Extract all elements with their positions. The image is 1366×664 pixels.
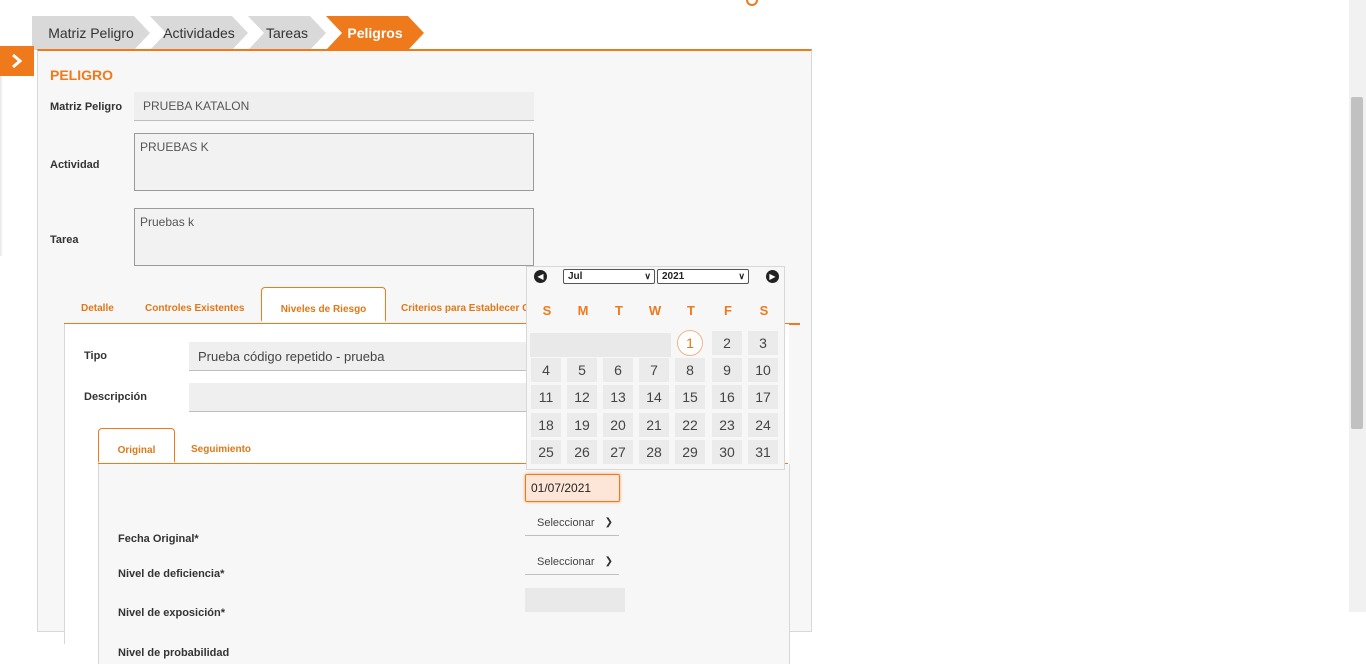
calendar-day[interactable]: 3: [748, 331, 778, 355]
month-value: Jul: [568, 271, 583, 282]
sidebar-edge: [0, 76, 3, 256]
actividad-label: Actividad: [50, 159, 100, 171]
breadcrumb-peligros[interactable]: Peligros: [326, 16, 424, 50]
tab-criterios[interactable]: Criterios para Establecer C: [401, 303, 529, 314]
fecha-original-label: Fecha Original*: [118, 533, 199, 545]
breadcrumb-actividades[interactable]: Actividades: [150, 16, 248, 50]
tarea-label: Tarea: [50, 234, 79, 246]
calendar-day[interactable]: 28: [639, 440, 669, 464]
original-content: Fecha Original* Nivel de deficiencia* Ni…: [98, 464, 790, 664]
weekday-header: M: [577, 303, 589, 318]
calendar-day[interactable]: 2: [712, 331, 742, 355]
calendar-day[interactable]: 8: [675, 358, 705, 382]
tab-original[interactable]: Original: [98, 428, 175, 463]
exposicion-label: Nivel de exposición*: [118, 607, 225, 619]
tab-seguimiento[interactable]: Seguimiento: [191, 444, 251, 455]
prev-month-icon[interactable]: ◀: [534, 270, 547, 283]
panel-title: PELIGRO: [50, 67, 114, 83]
weekday-header: S: [542, 303, 552, 318]
scrollbar-thumb[interactable]: [1351, 97, 1363, 429]
calendar-day[interactable]: 6: [603, 358, 633, 382]
calendar-day[interactable]: 26: [567, 440, 597, 464]
chevron-down-icon: ❯: [604, 517, 613, 528]
calendar-day[interactable]: 25: [531, 440, 561, 464]
calendar-day[interactable]: 23: [712, 413, 742, 437]
tab-controles-existentes[interactable]: Controles Existentes: [145, 303, 244, 314]
calendar-day[interactable]: 7: [639, 358, 669, 382]
year-value: 2021: [662, 271, 685, 282]
deficiencia-selected: Seleccionar: [537, 517, 595, 529]
calendar-day[interactable]: 13: [603, 385, 633, 409]
month-select[interactable]: Jul ∨: [563, 269, 655, 284]
calendar-day[interactable]: 31: [748, 440, 778, 464]
calendar-day[interactable]: 27: [603, 440, 633, 464]
calendar-day[interactable]: 21: [639, 413, 669, 437]
orange-mark: [744, 0, 762, 6]
tipo-field[interactable]: Prueba código repetido - prueba: [189, 342, 534, 371]
weekday-header: W: [648, 303, 662, 318]
calendar-day[interactable]: 18: [531, 413, 561, 437]
probabilidad-label: Nivel de probabilidad: [118, 647, 230, 659]
breadcrumb-label: Matriz Peligro: [48, 25, 134, 41]
year-select[interactable]: 2021 ∨: [657, 269, 749, 284]
weekday-header: T: [615, 303, 623, 318]
breadcrumb-label: Tareas: [265, 25, 309, 41]
calendar-day[interactable]: 9: [712, 358, 742, 382]
calendar-day[interactable]: 11: [531, 385, 561, 409]
calendar-blank-cells: [530, 333, 671, 357]
exposicion-selected: Seleccionar: [537, 556, 595, 568]
calendar-day[interactable]: 30: [712, 440, 742, 464]
calendar-day[interactable]: 5: [567, 358, 597, 382]
calendar-day[interactable]: 20: [603, 413, 633, 437]
tipo-label: Tipo: [84, 350, 108, 362]
breadcrumb-label: Peligros: [347, 25, 403, 41]
breadcrumb-label: Actividades: [163, 25, 235, 41]
next-month-icon[interactable]: ▶: [766, 270, 779, 283]
deficiencia-label: Nivel de deficiencia*: [118, 568, 225, 580]
calendar-day[interactable]: 10: [748, 358, 778, 382]
exposicion-select[interactable]: Seleccionar ❯: [525, 549, 619, 575]
page-scrollbar[interactable]: [1349, 0, 1366, 612]
calendar-day[interactable]: 24: [748, 413, 778, 437]
chevron-down-icon: ∨: [738, 271, 745, 281]
calendar-day[interactable]: 19: [567, 413, 597, 437]
weekday-header: F: [724, 303, 732, 318]
weekday-header: S: [759, 303, 769, 318]
chevron-down-icon: ❯: [604, 556, 613, 567]
tab-niveles-de-riesgo[interactable]: Niveles de Riesgo: [261, 287, 386, 322]
calendar-day[interactable]: 12: [567, 385, 597, 409]
calendar-day[interactable]: 17: [748, 385, 778, 409]
breadcrumb-tareas[interactable]: Tareas: [248, 16, 326, 50]
calendar-day[interactable]: 22: [675, 413, 705, 437]
calendar-day[interactable]: 15: [675, 385, 705, 409]
tab-detalle[interactable]: Detalle: [81, 303, 114, 314]
probabilidad-field: [525, 588, 625, 612]
datepicker: ◀ Jul ∨ 2021 ∨ ▶ SMTWTFS 1 2 3 4 5 6 7 8 9 10 11 12…: [526, 266, 785, 470]
sidebar-toggle-button[interactable]: [0, 46, 34, 76]
calendar-day[interactable]: 14: [639, 385, 669, 409]
calendar-day[interactable]: 16: [712, 385, 742, 409]
weekday-header: T: [687, 303, 695, 318]
chevron-down-icon: ∨: [644, 271, 651, 281]
calendar-day[interactable]: 29: [675, 440, 705, 464]
calendar-day[interactable]: 1: [677, 330, 703, 356]
fecha-original-input[interactable]: 01/07/2021: [525, 474, 620, 502]
breadcrumb-matriz-peligro[interactable]: Matriz Peligro: [32, 16, 150, 50]
matriz-label: Matriz Peligro: [50, 101, 123, 113]
chevron-right-icon: [12, 53, 23, 69]
deficiencia-select[interactable]: Seleccionar ❯: [525, 510, 619, 536]
calendar-day[interactable]: 4: [531, 358, 561, 382]
actividad-field[interactable]: PRUEBAS K: [134, 133, 534, 191]
tarea-field[interactable]: Pruebas k: [134, 208, 534, 266]
matriz-field[interactable]: PRUEBA KATALON: [134, 92, 534, 121]
descripcion-field[interactable]: [189, 383, 534, 412]
descripcion-label: Descripción: [84, 391, 147, 403]
